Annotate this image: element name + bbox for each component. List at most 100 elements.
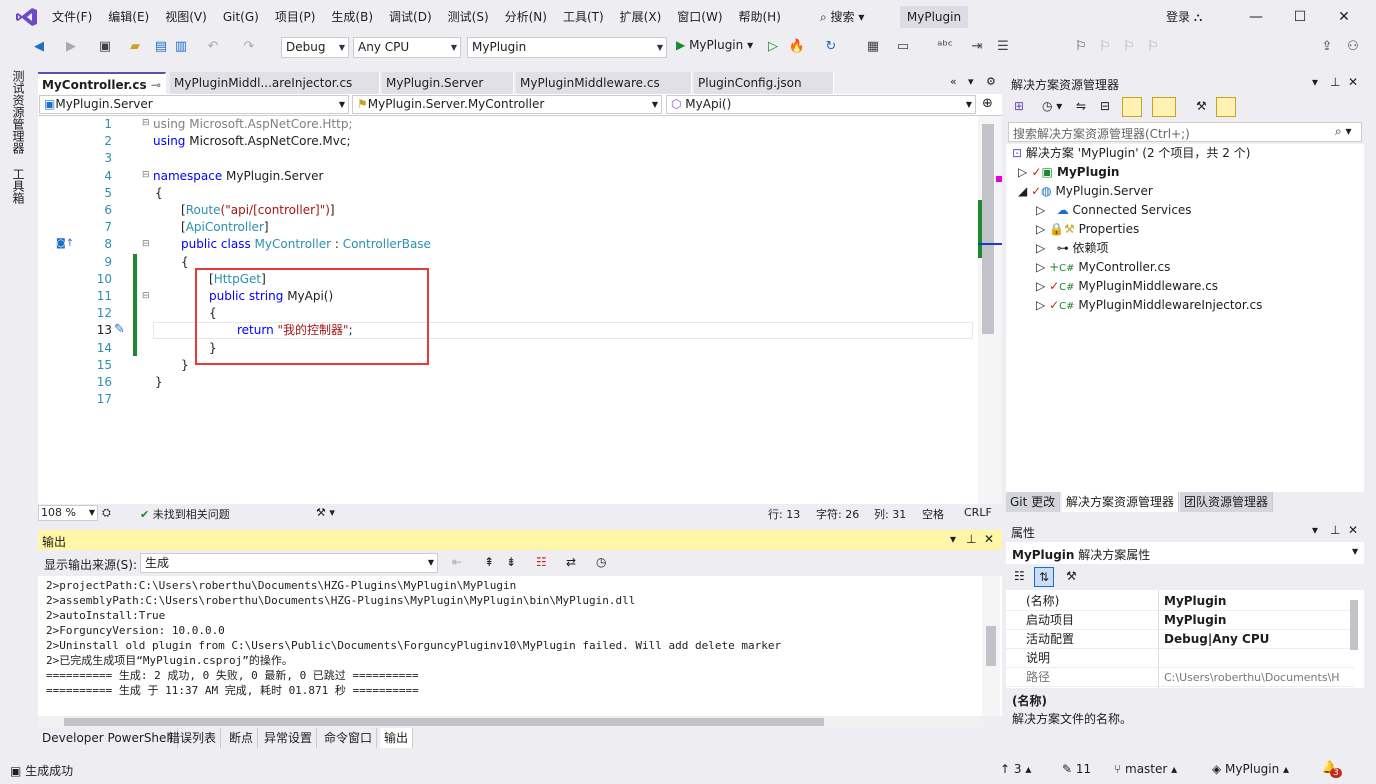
back-icon[interactable]: ◀ [30, 38, 48, 56]
properties-wrench-icon[interactable]: ⚒ [1196, 99, 1207, 113]
branch-selector[interactable]: ⑂ master ▴ [1114, 762, 1177, 776]
tab-exception-settings[interactable]: 异常设置 [260, 728, 318, 748]
vertical-scrollbar[interactable] [978, 116, 1002, 504]
split-editor-icon[interactable]: ⊕ [982, 96, 993, 111]
tree-injector[interactable]: ▷ ✓C# MyPluginMiddlewareInjector.cs [1036, 296, 1262, 316]
open-folder-icon[interactable]: ▰ [126, 38, 144, 56]
project-nav-select[interactable]: ▣MyPlugin.Server ▼ [39, 95, 349, 114]
panel-menu-icon[interactable]: ▾ [1312, 523, 1318, 537]
expand-icon[interactable]: ▷ [1036, 279, 1045, 293]
menu-file[interactable]: 文件(F) [44, 0, 100, 34]
hot-reload-icon[interactable]: 🔥 [788, 38, 806, 56]
tree-solution[interactable]: ⊡ 解决方案 'MyPlugin' (2 个项目，共 2 个) [1012, 144, 1250, 163]
sync-icon[interactable]: ⇋ [1076, 99, 1086, 113]
notifications-button[interactable]: 🔔 3 [1322, 760, 1342, 778]
indent-icon[interactable]: ☰ [994, 38, 1012, 56]
tree-properties[interactable]: ▷ 🔒⚒ Properties [1036, 220, 1139, 239]
collapse-icon[interactable]: ⊟ [142, 170, 150, 180]
quick-actions-icon[interactable]: ✎ [114, 322, 125, 337]
property-row[interactable]: 活动配置 Debug|Any CPU [1006, 630, 1354, 649]
switch-views-icon[interactable]: ⊞ [1014, 99, 1024, 113]
clear-bookmarks-icon[interactable]: ⚐ [1144, 38, 1162, 56]
clear-all-icon[interactable]: ☷ [536, 555, 547, 569]
settings-gear-icon[interactable]: ⚙ [986, 75, 996, 88]
pin-icon[interactable]: ⊥ [966, 532, 976, 546]
tab-output[interactable]: 输出 [380, 728, 414, 748]
startup-project-select[interactable]: MyPlugin ▼ [467, 37, 667, 58]
eol-indicator[interactable]: CRLF [964, 506, 992, 519]
solution-search-input[interactable]: 搜索解决方案资源管理器(Ctrl+;) ⌕ ▾ [1008, 122, 1362, 142]
close-button[interactable]: ✕ [1322, 4, 1366, 30]
tab-error-list[interactable]: 错误列表 [164, 728, 222, 748]
maximize-button[interactable]: ☐ [1278, 4, 1322, 30]
tree-connected-services[interactable]: ▷ ☁ Connected Services [1036, 201, 1192, 220]
tab-mycontroller[interactable]: MyController.cs ⊸ ✕ [38, 72, 166, 114]
tab-injector[interactable]: MyPluginMiddl...areInjector.cs [170, 72, 380, 94]
pin-icon[interactable]: ⊥ [1330, 523, 1340, 537]
minimize-button[interactable]: — [1234, 4, 1278, 30]
menu-help[interactable]: 帮助(H) [731, 0, 789, 34]
test-explorer-tab[interactable]: 测试资源管理器 [10, 70, 27, 154]
tab-team-explorer[interactable]: 团队资源管理器 [1180, 492, 1274, 512]
start-debug-button[interactable]: ▶ MyPlugin ▾ [676, 38, 753, 52]
tab-overflow-icon[interactable]: « [950, 75, 957, 88]
platform-select[interactable]: Any CPU ▼ [353, 37, 461, 58]
property-row[interactable]: 启动项目 MyPlugin [1006, 611, 1354, 630]
show-all-files-icon[interactable] [1122, 97, 1142, 117]
close-icon[interactable]: ✕ [984, 532, 994, 546]
tree-project-myplugin[interactable]: ▷ ✓▣ MyPlugin [1018, 163, 1119, 182]
output-source-select[interactable]: 生成 ▼ [140, 553, 438, 573]
preview-icon[interactable] [1216, 97, 1236, 117]
login-link[interactable]: 登录 ⛬ [1166, 8, 1202, 25]
expand-icon[interactable]: ▷ [1018, 165, 1027, 179]
scrollbar-thumb[interactable] [986, 626, 996, 666]
menu-git[interactable]: Git(G) [215, 0, 267, 34]
clock-icon[interactable]: ◷ [596, 555, 606, 569]
alphabetical-icon[interactable]: ⇅ [1034, 567, 1054, 587]
menu-edit[interactable]: 编辑(E) [100, 0, 157, 34]
expand-icon[interactable]: ▷ [1036, 241, 1045, 255]
commits-indicator[interactable]: ↑ 3 ▴ [1000, 762, 1031, 776]
close-icon[interactable]: ✕ [1348, 75, 1358, 89]
tab-git-changes[interactable]: Git 更改 [1006, 492, 1061, 512]
prev-bookmark-icon[interactable]: ⚐ [1096, 38, 1114, 56]
output-scrollbar[interactable] [982, 576, 1000, 716]
collapse-icon[interactable]: ⊟ [142, 118, 150, 128]
menu-extensions[interactable]: 扩展(X) [612, 0, 670, 34]
tree-middleware[interactable]: ▷ ✓C# MyPluginMiddleware.cs [1036, 277, 1218, 297]
tab-list-icon[interactable]: ▾ [968, 75, 974, 88]
output-text-area[interactable]: 2>projectPath:C:\Users\roberthu\Document… [38, 576, 1002, 716]
save-icon[interactable]: ▤ [152, 38, 170, 56]
tab-middleware[interactable]: MyPluginMiddleware.cs [516, 72, 692, 94]
next-message-icon[interactable]: ⇟ [506, 555, 516, 569]
menu-analyze[interactable]: 分析(N) [497, 0, 555, 34]
collapse-icon[interactable]: ⊟ [142, 291, 150, 301]
properties-scrollbar[interactable] [1350, 600, 1358, 650]
tab-solution-explorer[interactable]: 解决方案资源管理器 [1062, 492, 1180, 512]
spell-check-icon[interactable]: ᵃᵇᶜ [936, 38, 954, 56]
refresh-icon[interactable]: ↻ [822, 38, 840, 56]
tab-command-window[interactable]: 命令窗口 [320, 728, 378, 748]
changes-indicator[interactable]: ✎ 11 [1062, 762, 1091, 776]
expand-icon[interactable]: ▷ [1036, 260, 1045, 274]
menu-window[interactable]: 窗口(W) [669, 0, 730, 34]
collapse-icon[interactable]: ⊟ [142, 239, 150, 249]
expand-icon[interactable]: ▷ [1036, 203, 1045, 217]
forward-icon[interactable]: ▶ [62, 38, 80, 56]
menu-test[interactable]: 测试(S) [440, 0, 497, 34]
codelens-icon[interactable]: ◙↑ [56, 238, 74, 249]
menu-project[interactable]: 项目(P) [267, 0, 324, 34]
bookmark-icon[interactable]: ⚐ [1072, 38, 1090, 56]
property-pages-icon[interactable]: ⚒ [1066, 569, 1077, 583]
code-editor[interactable]: 1 2 3 4 5 6 7 8 9 10 11 12 13 14 15 16 1… [38, 116, 1002, 504]
tree-mycontroller[interactable]: ▷ +C# MyController.cs [1036, 258, 1170, 278]
pin-icon[interactable]: ⊸ [151, 78, 161, 92]
line-indicator[interactable]: 行: 13 [768, 506, 800, 522]
tree-dependencies[interactable]: ▷ ⊶ 依赖项 [1036, 239, 1109, 258]
tab-breakpoints[interactable]: 断点 [225, 728, 259, 748]
collapse-all-icon[interactable]: ⊟ [1100, 99, 1110, 113]
pending-changes-icon[interactable]: ◷ ▾ [1042, 99, 1062, 113]
repo-selector[interactable]: ◈ MyPlugin ▴ [1212, 762, 1289, 776]
menu-debug[interactable]: 调试(D) [381, 0, 440, 34]
issues-indicator[interactable]: ✔ 未找到相关问题 [140, 506, 230, 522]
